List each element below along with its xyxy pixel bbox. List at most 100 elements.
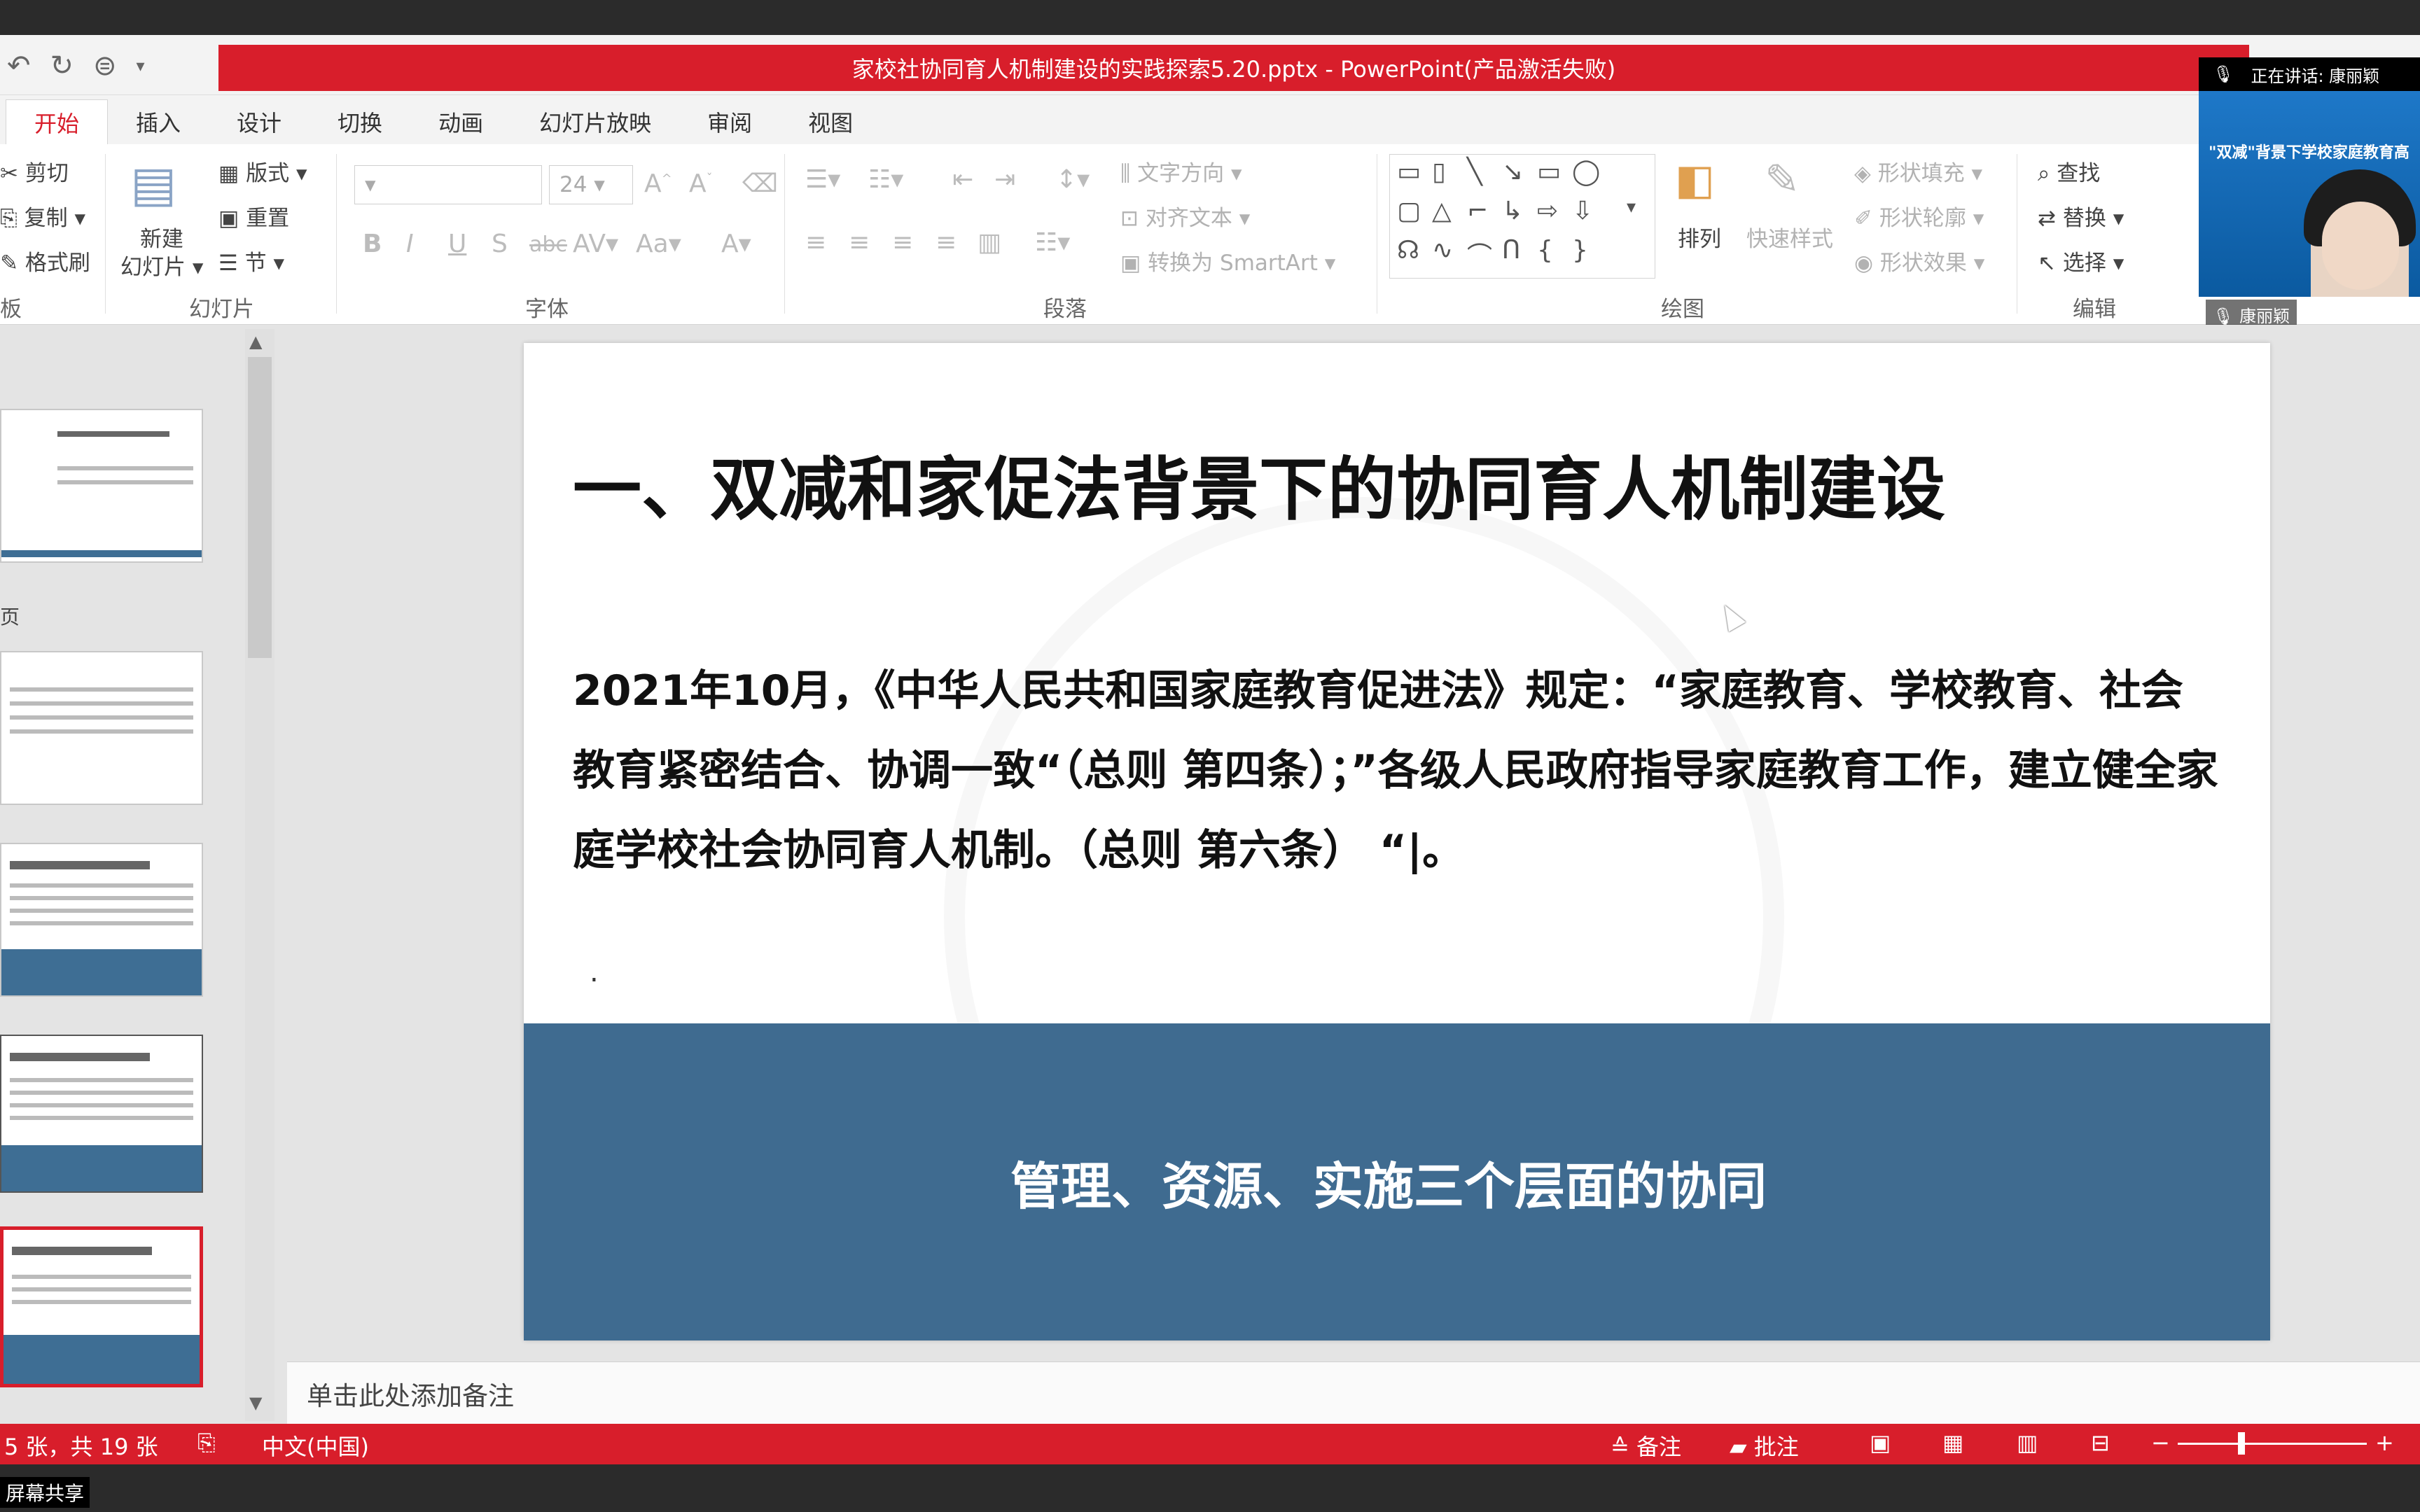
scroll-up-icon[interactable]: ▲ (249, 332, 262, 351)
rectangle-shape-icon[interactable]: ▭ (1537, 158, 1561, 186)
copy-button[interactable]: ⎘ 复制 ▾ (0, 200, 85, 232)
spell-check-icon[interactable]: ⎘ (197, 1429, 216, 1457)
slide-thumbnail-2[interactable] (0, 651, 203, 805)
align-text-button[interactable]: ⊡ 对齐文本 ▾ (1120, 200, 1250, 232)
customize-toolbar-icon[interactable]: ▾ (137, 56, 145, 76)
zoom-in-icon[interactable]: + (2375, 1429, 2394, 1456)
elbow-connector-icon[interactable]: ⌐ (1467, 197, 1488, 225)
slide-sorter-icon[interactable]: ▦ (1942, 1429, 1963, 1456)
notes-toggle[interactable]: ≙ 备注 (1611, 1429, 1681, 1462)
font-name-combo[interactable]: ▾ (354, 165, 542, 204)
shape-outline-button[interactable]: ✐ 形状轮廓 ▾ (1854, 200, 1984, 232)
curve-icon[interactable]: ᑎ (1502, 236, 1520, 265)
align-left-icon[interactable]: ≡ (805, 228, 826, 257)
char-spacing-icon[interactable]: AV▾ (573, 230, 618, 258)
zoom-out-icon[interactable]: − (2151, 1429, 2170, 1456)
language-indicator[interactable]: 中文(中国) (262, 1429, 369, 1462)
tab-slideshow[interactable]: 幻灯片放映 (511, 99, 679, 144)
italic-icon[interactable]: I (406, 230, 414, 258)
bullets-icon[interactable]: ☰▾ (805, 165, 840, 194)
layout-button[interactable]: ▦ 版式 ▾ (218, 155, 307, 187)
slide-thumbnail-4[interactable] (0, 1035, 203, 1193)
tab-view[interactable]: 视图 (780, 99, 881, 144)
arc-icon[interactable]: ⌒ (1467, 236, 1492, 272)
smartart-button[interactable]: ▣ 转换为 SmartArt ▾ (1120, 245, 1335, 276)
left-brace-icon[interactable]: { (1537, 236, 1553, 265)
arrow-line-icon[interactable]: ↘ (1502, 158, 1523, 186)
select-button[interactable]: ↖ 选择 ▾ (2038, 245, 2124, 276)
normal-view-icon[interactable]: ▣ (1870, 1429, 1891, 1456)
scribble-icon[interactable]: ∿ (1432, 236, 1453, 265)
change-case-icon[interactable]: Aa▾ (636, 230, 681, 258)
new-slide-button[interactable]: 幻灯片 ▾ (120, 249, 203, 281)
line-spacing-icon[interactable]: ↕▾ (1056, 165, 1090, 194)
slide-thumbnail-1[interactable] (0, 409, 203, 563)
slide-title[interactable]: 一、双减和家促法背景下的协同育人机制建设 (573, 434, 1945, 533)
shrink-font-icon[interactable]: Aˇ (689, 169, 713, 198)
shapes-gallery[interactable]: ▭ ▯ ╲ ↘ ▭ ◯ ▢ △ ⌐ ↳ ⇨ ⇩ ☊ ∿ ⌒ ᑎ { } ▾ (1389, 154, 1655, 279)
down-arrow-shape-icon[interactable]: ⇩ (1572, 197, 1593, 225)
justify-icon[interactable]: ≡ (936, 228, 957, 257)
text-direction-button[interactable]: ⫼ 文字方向 ▾ (1120, 155, 1242, 187)
undo-icon[interactable]: ↶ (7, 50, 31, 82)
slide-banner[interactable]: 管理、资源、实施三个层面的协同 (524, 1023, 2270, 1340)
line-shape-icon[interactable]: ╲ (1467, 158, 1482, 186)
redo-icon[interactable]: ↻ (50, 50, 74, 82)
scroll-down-icon[interactable]: ▼ (249, 1393, 262, 1413)
triangle-shape-icon[interactable]: △ (1432, 197, 1452, 225)
right-arrow-shape-icon[interactable]: ⇨ (1537, 197, 1558, 225)
tab-animations[interactable]: 动画 (410, 99, 511, 144)
strikethrough-icon[interactable]: abc (529, 232, 567, 257)
shape-fill-button[interactable]: ◈ 形状填充 ▾ (1854, 155, 1982, 187)
distributed-icon[interactable]: ▥ (978, 228, 1001, 257)
right-brace-icon[interactable]: } (1572, 236, 1588, 265)
shadow-icon[interactable]: S (492, 230, 508, 258)
zoom-slider[interactable] (2178, 1443, 2367, 1445)
arrange-button[interactable]: 排列 (1678, 221, 1721, 253)
gallery-more-icon[interactable]: ▾ (1627, 197, 1636, 218)
textbox-shape-icon[interactable]: ▭ (1397, 158, 1421, 186)
slide-thumbnail-5-selected[interactable] (0, 1226, 203, 1387)
tab-transitions[interactable]: 切换 (310, 99, 410, 144)
section-button[interactable]: ☰ 节 ▾ (218, 245, 284, 276)
slideshow-view-icon[interactable]: ⊟ (2091, 1429, 2110, 1456)
vertical-textbox-icon[interactable]: ▯ (1432, 158, 1446, 186)
increase-indent-icon[interactable]: ⇥ (994, 165, 1015, 194)
tab-insert[interactable]: 插入 (108, 99, 209, 144)
font-color-icon[interactable]: A▾ (721, 230, 751, 258)
align-center-icon[interactable]: ≡ (849, 228, 870, 257)
oval-shape-icon[interactable]: ◯ (1572, 158, 1600, 186)
reading-view-icon[interactable]: ▥ (2017, 1429, 2038, 1456)
grow-font-icon[interactable]: A^ (644, 169, 672, 198)
decrease-indent-icon[interactable]: ⇤ (952, 165, 973, 194)
reset-button[interactable]: ▣ 重置 (218, 200, 289, 232)
numbering-icon[interactable]: ☷▾ (868, 165, 903, 194)
thumbnail-scrollbar-thumb[interactable] (248, 357, 272, 658)
clear-format-icon[interactable]: ⌫ (742, 169, 778, 198)
new-slide-label-1[interactable]: 新建 (140, 221, 183, 253)
tab-review[interactable]: 审阅 (679, 99, 780, 144)
shape-effects-button[interactable]: ◉ 形状效果 ▾ (1854, 245, 1984, 276)
elbow-arrow-icon[interactable]: ↳ (1502, 197, 1523, 225)
replace-button[interactable]: ⇄ 替换 ▾ (2038, 200, 2124, 232)
format-painter-button[interactable]: ✎ 格式刷 (0, 245, 90, 276)
find-button[interactable]: ⌕ 查找 (2038, 155, 2100, 187)
tab-design[interactable]: 设计 (209, 99, 310, 144)
font-size-combo[interactable]: 24 ▾ (549, 165, 633, 204)
cut-button[interactable]: ✂ 剪切 (0, 155, 69, 187)
rounded-rect-icon[interactable]: ▢ (1397, 197, 1421, 225)
columns-icon[interactable]: ☷▾ (1035, 228, 1070, 257)
slide-canvas[interactable]: 一、双减和家促法背景下的协同育人机制建设 2021年10月，《中华人民共和国家庭… (524, 343, 2270, 1340)
notes-pane[interactable]: 单击此处添加备注 (287, 1362, 2420, 1424)
bold-icon[interactable]: B (363, 230, 382, 258)
zoom-slider-handle[interactable] (2238, 1432, 2245, 1455)
slide-body-text[interactable]: 2021年10月，《中华人民共和国家庭教育促进法》规定：“家庭教育、学校教育、社… (573, 651, 2218, 890)
tab-home[interactable]: 开始 (6, 99, 109, 144)
align-right-icon[interactable]: ≡ (892, 228, 913, 257)
start-from-beginning-icon[interactable]: ⊜ (93, 50, 117, 82)
quick-styles-button[interactable]: 快速样式 (1746, 221, 1833, 253)
slide-thumbnail-3[interactable] (0, 843, 203, 997)
underline-icon[interactable]: U (448, 230, 466, 258)
comments-toggle[interactable]: ▰ 批注 (1730, 1429, 1799, 1462)
freeform-icon[interactable]: ☊ (1397, 236, 1419, 265)
